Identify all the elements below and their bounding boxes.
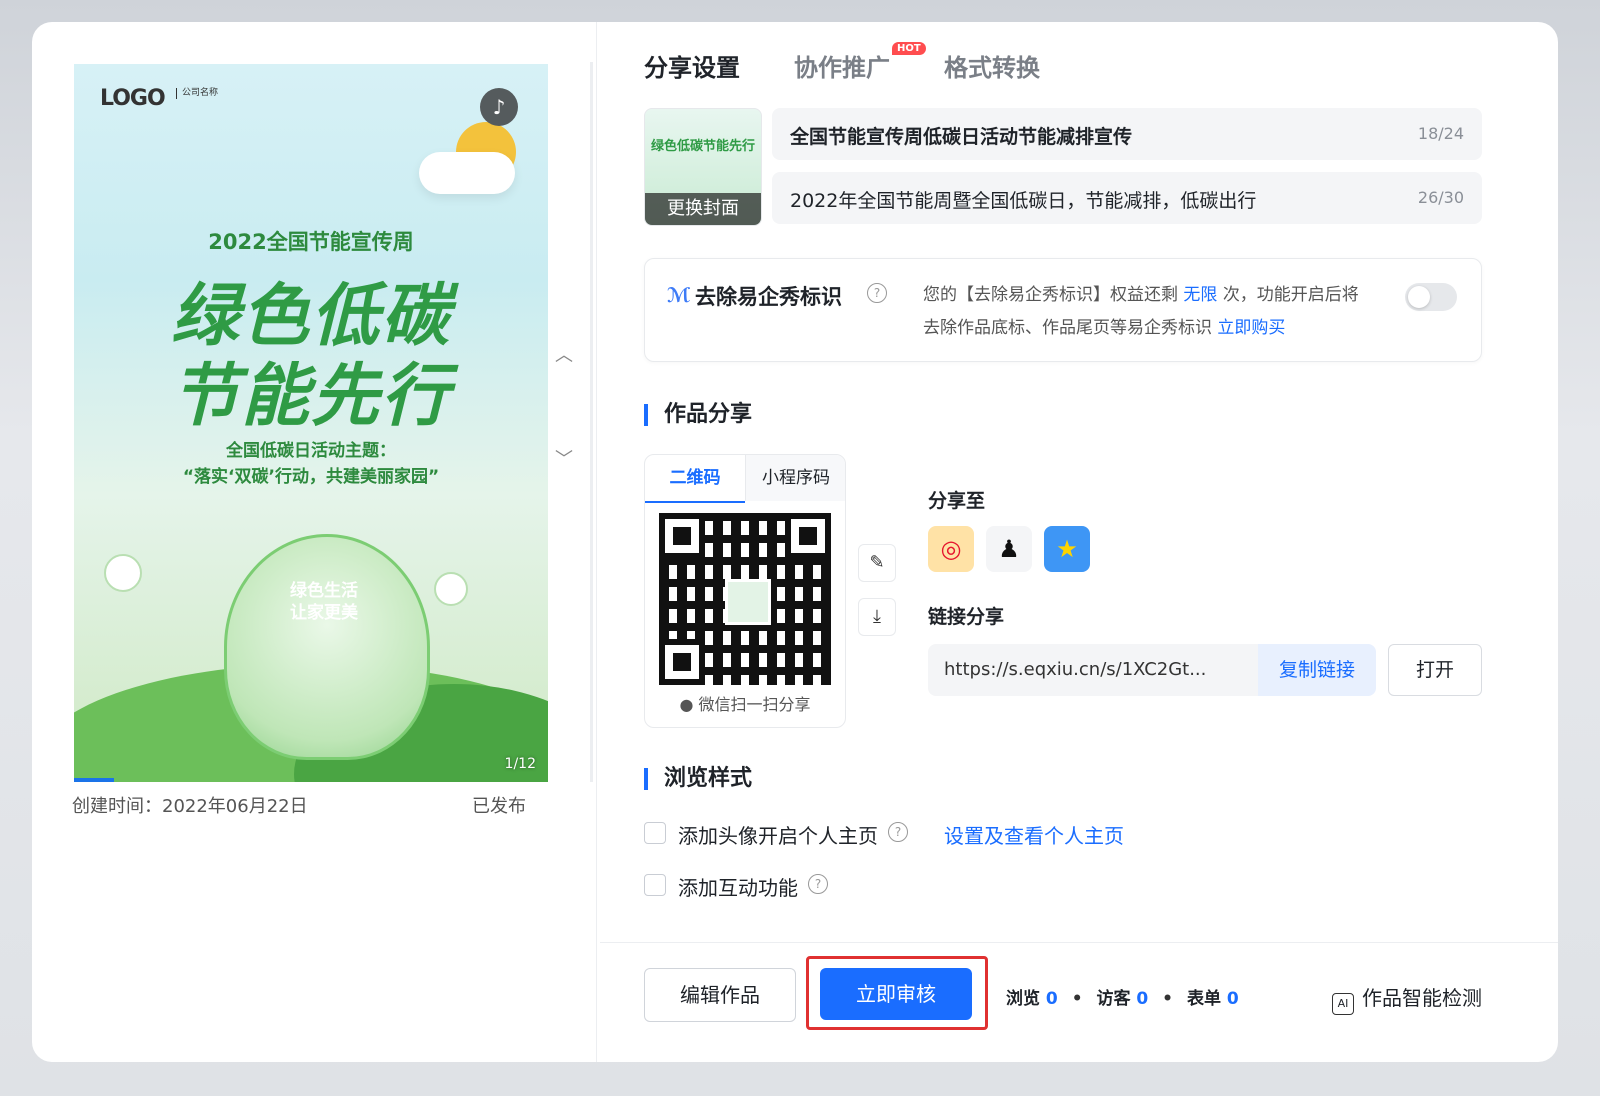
section-title-browse-style: 浏览样式 xyxy=(644,768,752,790)
remove-logo-title: 去除易企秀标识 xyxy=(695,285,842,309)
interaction-checkbox[interactable] xyxy=(644,874,666,896)
avatar-homepage-label: 添加头像开启个人主页 xyxy=(678,824,878,848)
qr-center-thumbnail xyxy=(725,579,771,625)
toggle-knob xyxy=(1408,286,1430,308)
description-field[interactable]: 2022年全国节能周暨全国低碳日，节能减排，低碳出行 26/30 xyxy=(772,172,1482,224)
weibo-share-button[interactable]: ◎ xyxy=(928,526,974,572)
chevron-down-icon[interactable]: ﹀ xyxy=(554,450,574,470)
bulb-text-line-1: 绿色生活 xyxy=(290,581,358,601)
download-icon[interactable]: ⤓ xyxy=(858,598,896,636)
tab-format-convert[interactable]: 格式转换 xyxy=(944,48,1040,83)
separator-dot: • xyxy=(1071,989,1083,1009)
wechat-icon: ● xyxy=(679,695,694,714)
poster-theme-line-2: “落实‘双碳’行动，共建美丽家园” xyxy=(182,467,440,487)
ai-icon: AI xyxy=(1332,993,1354,1015)
publish-status: 已发布 xyxy=(472,796,526,817)
bulb-text-line-2: 让家更美 xyxy=(290,603,358,623)
avatar-homepage-checkbox[interactable] xyxy=(644,822,666,844)
buy-now-link[interactable]: 立即购买 xyxy=(1217,318,1285,338)
qr-finder-pattern xyxy=(659,513,705,559)
poster-company-name: 公司名称 xyxy=(176,88,218,99)
interaction-label: 添加互动功能 xyxy=(678,876,798,900)
bulb-text: 绿色生活 让家更美 xyxy=(234,580,414,624)
eqxiu-logo-icon: ℳ xyxy=(667,283,691,307)
smart-check-button[interactable]: AI 作品智能检测 xyxy=(1332,982,1482,1015)
remove-logo-desc-prefix: 您的【去除易企秀标识】权益还剩 xyxy=(923,285,1178,305)
title-field[interactable]: 全国节能宣传周低碳日活动节能减排宣传 18/24 xyxy=(772,108,1482,160)
description-char-count: 26/30 xyxy=(1417,188,1464,207)
qzone-share-button[interactable]: ★ xyxy=(1044,526,1090,572)
hot-badge: HOT xyxy=(892,42,926,55)
forms-label: 表单 xyxy=(1186,989,1221,1009)
smart-check-label: 作品智能检测 xyxy=(1362,986,1482,1010)
share-link-input[interactable]: https://s.eqxiu.cn/s/1XC2Gt... xyxy=(928,644,1258,696)
copy-link-button[interactable]: 复制链接 xyxy=(1258,644,1376,696)
poster-logo: LOGO xyxy=(100,86,166,111)
tab-coop-promotion[interactable]: 协作推广 xyxy=(794,48,890,83)
page-progress-bar xyxy=(74,778,114,782)
lightbulb-illustration xyxy=(224,534,430,760)
tab-share-settings[interactable]: 分享设置 xyxy=(644,48,740,83)
views-label: 浏览 xyxy=(1006,989,1040,1009)
share-to-label: 分享至 xyxy=(928,490,986,512)
plant-decoration xyxy=(434,572,468,606)
work-stats: 浏览 0 • 访客 0 • 表单 0 xyxy=(1006,984,1239,1009)
music-icon[interactable]: ♪ xyxy=(480,88,518,126)
qr-code-image xyxy=(659,513,831,685)
title-char-count: 18/24 xyxy=(1417,124,1464,143)
remove-logo-toggle[interactable] xyxy=(1405,283,1457,311)
review-now-button[interactable]: 立即审核 xyxy=(820,968,972,1020)
interaction-option: 添加互动功能 ? xyxy=(644,872,1044,902)
open-link-button[interactable]: 打开 xyxy=(1388,644,1482,696)
visitors-count: 0 xyxy=(1136,989,1149,1009)
avatar-homepage-option: 添加头像开启个人主页 ? 设置及查看个人主页 xyxy=(644,820,1244,850)
edit-work-button[interactable]: 编辑作品 xyxy=(644,968,796,1022)
qq-share-button[interactable]: ♟ xyxy=(986,526,1032,572)
title-value: 全国节能宣传周低碳日活动节能减排宣传 xyxy=(790,126,1133,148)
views-count: 0 xyxy=(1045,989,1058,1009)
help-icon[interactable]: ? xyxy=(888,822,908,842)
link-share-label: 链接分享 xyxy=(928,606,1005,628)
qr-code-card: 二维码 小程序码 ● 微信扫一扫分享 xyxy=(644,454,846,728)
visitors-label: 访客 xyxy=(1096,989,1131,1009)
preview-scrollbar[interactable] xyxy=(590,62,593,782)
poster-headline-2: 节能先行 xyxy=(170,357,451,436)
remaining-count: 无限 xyxy=(1183,285,1218,305)
column-divider xyxy=(596,22,597,1062)
separator-dot: • xyxy=(1162,989,1174,1009)
change-cover-button[interactable]: 更换封面 xyxy=(645,193,761,225)
plant-decoration xyxy=(104,554,142,592)
remove-logo-panel: ℳ 去除易企秀标识 ? 您的【去除易企秀标识】权益还剩 无限 次，功能开启后将去… xyxy=(644,258,1482,362)
tab-qr-code[interactable]: 二维码 xyxy=(645,455,745,503)
page-indicator: 1/12 xyxy=(504,756,536,772)
poster-preview[interactable]: LOGO 公司名称 ♪ 2022全国节能宣传周 绿色低碳 节能先行 全国低碳日活… xyxy=(74,64,548,782)
cloud-decoration xyxy=(419,152,515,194)
help-icon[interactable]: ? xyxy=(867,283,887,303)
section-title-work-share: 作品分享 xyxy=(644,404,752,426)
cover-thumb-text: 绿色低碳节能先行 xyxy=(650,139,755,154)
share-dialog: LOGO 公司名称 ♪ 2022全国节能宣传周 绿色低碳 节能先行 全国低碳日活… xyxy=(32,22,1558,1062)
poster-theme-line-1: 全国低碳日活动主题： xyxy=(226,441,396,461)
qr-finder-pattern xyxy=(785,513,831,559)
cover-thumbnail[interactable]: 绿色低碳节能先行 更换封面 xyxy=(644,108,762,226)
homepage-settings-link[interactable]: 设置及查看个人主页 xyxy=(944,820,1124,849)
help-icon[interactable]: ? xyxy=(808,874,828,894)
poster-subtitle: 2022全国节能宣传周 xyxy=(208,230,414,254)
chevron-up-icon[interactable]: ︿ xyxy=(554,346,574,366)
created-time: 创建时间：2022年06月22日 xyxy=(72,796,308,817)
tab-mini-program-code[interactable]: 小程序码 xyxy=(745,455,845,501)
qr-caption-text: 微信扫一扫分享 xyxy=(698,695,811,714)
forms-count: 0 xyxy=(1226,989,1239,1009)
qr-caption: ● 微信扫一扫分享 xyxy=(645,691,845,715)
qr-finder-pattern xyxy=(659,639,705,685)
footer-divider xyxy=(600,942,1558,943)
magic-wand-icon[interactable]: ✎ xyxy=(858,544,896,582)
remove-logo-description: 您的【去除易企秀标识】权益还剩 无限 次，功能开启后将去除作品底标、作品尾页等易… xyxy=(923,279,1373,345)
description-value: 2022年全国节能周暨全国低碳日，节能减排，低碳出行 xyxy=(790,190,1257,212)
